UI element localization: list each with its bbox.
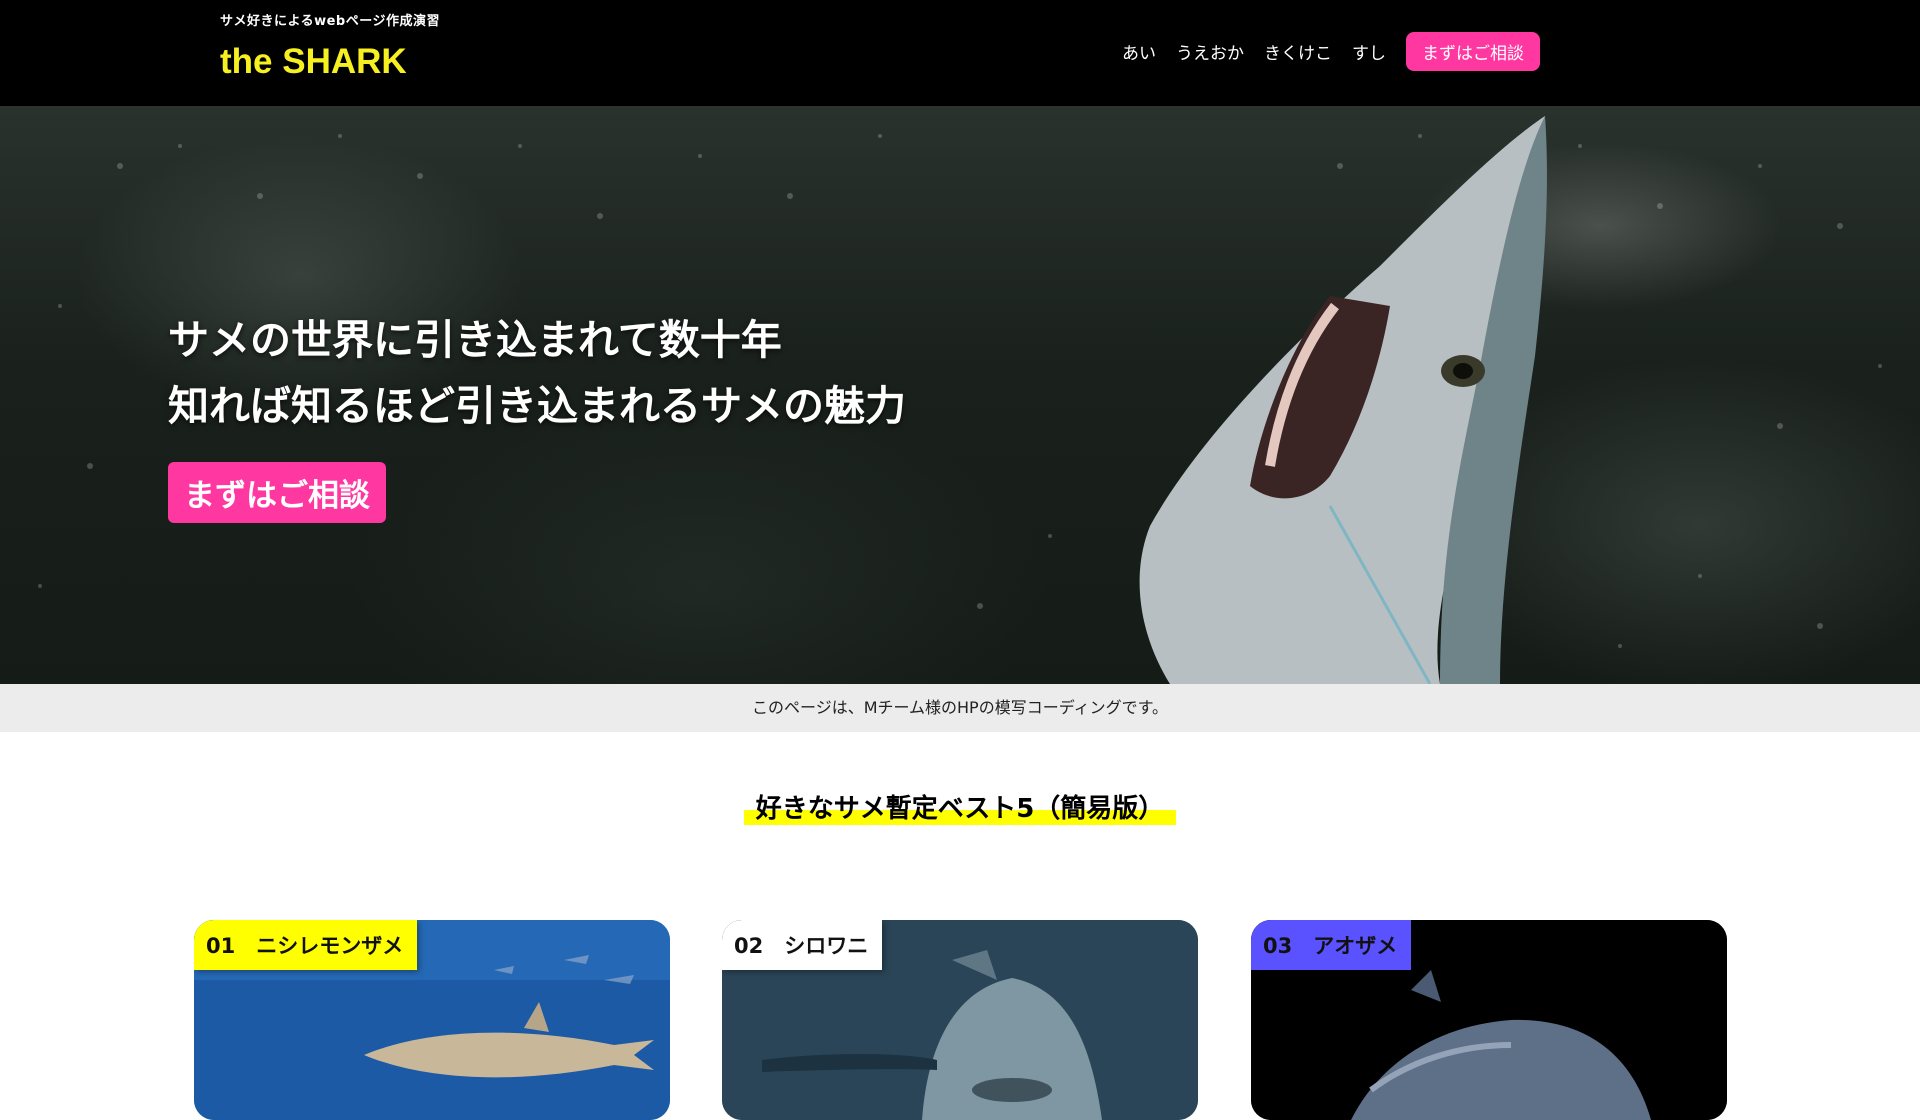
shark-card-3[interactable]: 03 アオザメ [1251,920,1727,1120]
site-logo[interactable]: the SHARK [220,42,407,82]
main-nav: あい うえおか きくけこ すし まずはご相談 [1102,32,1540,71]
ranking-section-header: 好きなサメ暫定ベスト5（簡易版） [0,788,1920,825]
hero-heading-line-2: 知れば知るほど引き込まれるサメの魅力 [168,382,906,430]
hero-heading-line-1: サメの世界に引き込まれて数十年 [168,316,782,364]
site-header: サメ好きによるwebページ作成演習 the SHARK あい うえおか きくけこ… [0,0,1920,106]
notice-bar: このページは、Mチーム様のHPの模写コーディングです。 [0,684,1920,732]
shark-card-1-label: 01 ニシレモンザメ [194,920,418,970]
nav-item-ueoka[interactable]: うえおか [1176,39,1244,64]
hero-section: サメの世界に引き込まれて数十年 知れば知るほど引き込まれるサメの魅力 まずはご相… [0,106,1920,684]
nav-item-kikukeko[interactable]: きくけこ [1264,39,1332,64]
nav-item-ai[interactable]: あい [1122,39,1156,64]
section-title: 好きなサメ暫定ベスト5（簡易版） [743,788,1177,825]
nav-item-sushi[interactable]: すし [1352,39,1386,64]
shark-card-2[interactable]: 02 シロワニ [722,920,1198,1120]
shark-card-2-label: 02 シロワニ [722,920,883,970]
shark-card-1[interactable]: 01 ニシレモンザメ [194,920,670,1120]
shark-card-3-label: 03 アオザメ [1251,920,1412,970]
hero-consult-button[interactable]: まずはご相談 [168,462,386,523]
site-tagline: サメ好きによるwebページ作成演習 [220,14,440,29]
header-consult-button[interactable]: まずはご相談 [1406,32,1540,71]
